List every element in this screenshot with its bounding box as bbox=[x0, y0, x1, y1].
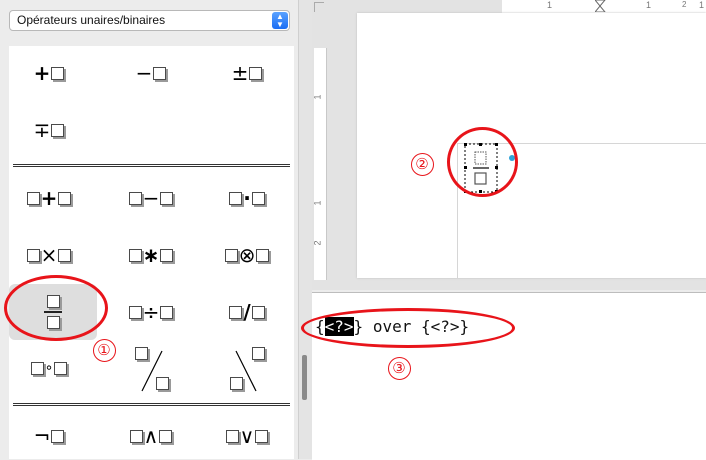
operator-label: ∓ bbox=[33, 118, 51, 142]
annotation-number: ③ bbox=[387, 357, 411, 380]
document-page[interactable] bbox=[357, 13, 706, 279]
symbol-wide-backslash[interactable] bbox=[207, 344, 287, 396]
ruler-mark: 1 bbox=[646, 0, 652, 10]
symbol-plus-placeholder[interactable]: + bbox=[9, 53, 89, 93]
placeholder-box-icon bbox=[128, 248, 142, 262]
vertical-ruler: 1 1 2 bbox=[312, 48, 327, 280]
wide-slash-icon bbox=[128, 345, 174, 395]
ruler-mark: 1 bbox=[312, 94, 323, 100]
placeholder-box-icon bbox=[26, 248, 40, 262]
symbol-minus-plus-placeholder[interactable]: ∓ bbox=[9, 110, 89, 150]
placeholder-box-icon bbox=[129, 429, 143, 443]
operator-label: ¬ bbox=[33, 424, 51, 448]
operator-label: + bbox=[40, 186, 58, 210]
operator-label: − bbox=[142, 186, 160, 210]
operator-label: ⊗ bbox=[238, 243, 256, 267]
symbol-boolean-not[interactable]: ¬ bbox=[9, 416, 89, 456]
indent-marker-icon[interactable] bbox=[595, 0, 607, 12]
placeholder-box-icon bbox=[229, 305, 243, 319]
symbol-minus-placeholder[interactable]: − bbox=[111, 53, 191, 93]
symbol-plus-minus-placeholder[interactable]: ± bbox=[207, 53, 287, 93]
operator-label: ∧ bbox=[143, 424, 159, 448]
operator-label: ∘ bbox=[44, 360, 54, 376]
placeholder-box-icon bbox=[256, 248, 270, 262]
annotation-circle-3 bbox=[301, 308, 515, 348]
operator-label: · bbox=[243, 186, 251, 210]
ruler-mark: 2 bbox=[312, 240, 323, 246]
placeholder-box-icon bbox=[251, 305, 265, 319]
placeholder-box-icon bbox=[224, 248, 238, 262]
operator-label: ∨ bbox=[239, 424, 255, 448]
placeholder-box-icon bbox=[225, 429, 239, 443]
placeholder-box-icon bbox=[128, 191, 142, 205]
placeholder-box-icon bbox=[51, 123, 65, 137]
wide-backslash-icon bbox=[224, 345, 270, 395]
annotation-circle-1 bbox=[4, 275, 108, 341]
annotation-label-3: ③ bbox=[387, 355, 411, 380]
symbol-slash[interactable]: / bbox=[207, 292, 287, 332]
placeholder-box-icon bbox=[249, 66, 263, 80]
placeholder-box-icon bbox=[255, 429, 269, 443]
dropdown-arrows-icon[interactable]: ▲ ▼ bbox=[272, 12, 288, 29]
ruler-mark: 1 bbox=[312, 200, 323, 206]
placeholder-box-icon bbox=[51, 66, 65, 80]
operator-label: ∗ bbox=[142, 243, 160, 267]
category-dropdown-value: Opérateurs unaires/binaires bbox=[17, 13, 166, 27]
operator-label: − bbox=[135, 61, 153, 85]
ruler-mark: 1 bbox=[699, 0, 705, 10]
operator-label: ÷ bbox=[142, 300, 160, 324]
annotation-number: ① bbox=[92, 339, 116, 362]
annotation-circle-2 bbox=[447, 127, 518, 197]
symbol-boolean-and[interactable]: ∧ bbox=[111, 416, 191, 456]
annotation-number: ② bbox=[410, 153, 434, 176]
placeholder-box-icon bbox=[230, 377, 243, 390]
symbol-grid: + − ± ∓ + − · × ∗ ⊗ ÷ / ∘ ¬ ∧ ∨ bbox=[9, 46, 294, 459]
placeholder-box-icon bbox=[58, 248, 72, 262]
splitter-handle[interactable] bbox=[302, 355, 307, 400]
placeholder-box-icon bbox=[160, 248, 174, 262]
placeholder-box-icon bbox=[54, 361, 68, 375]
operator-label: × bbox=[40, 243, 58, 267]
ruler-mark: 2 bbox=[682, 0, 687, 9]
panel-splitter[interactable] bbox=[298, 0, 312, 459]
symbol-subtraction[interactable]: − bbox=[111, 178, 191, 218]
section-separator bbox=[13, 164, 290, 167]
placeholder-box-icon bbox=[156, 377, 169, 390]
symbol-multiplication-star[interactable]: ∗ bbox=[111, 235, 191, 275]
annotation-label-1: ① bbox=[92, 337, 116, 362]
symbol-boolean-or[interactable]: ∨ bbox=[207, 416, 287, 456]
placeholder-box-icon bbox=[58, 191, 72, 205]
symbol-division[interactable]: ÷ bbox=[111, 292, 191, 332]
placeholder-box-icon bbox=[128, 305, 142, 319]
symbol-addition[interactable]: + bbox=[9, 178, 89, 218]
ruler-mark: 1 bbox=[547, 0, 553, 10]
placeholder-box-icon bbox=[26, 191, 40, 205]
placeholder-box-icon bbox=[153, 66, 167, 80]
placeholder-box-icon bbox=[251, 191, 265, 205]
placeholder-box-icon bbox=[160, 191, 174, 205]
operator-label: / bbox=[243, 300, 251, 324]
ruler-corner bbox=[314, 2, 324, 12]
placeholder-box-icon bbox=[229, 191, 243, 205]
placeholder-box-icon bbox=[160, 305, 174, 319]
annotation-label-2: ② bbox=[410, 151, 434, 176]
symbol-wide-slash[interactable] bbox=[111, 344, 191, 396]
elements-panel: Opérateurs unaires/binaires ▲ ▼ + − ± ∓ +… bbox=[0, 0, 298, 459]
symbol-concatenate[interactable]: ∘ bbox=[9, 348, 89, 388]
operator-label: + bbox=[33, 61, 51, 85]
category-dropdown[interactable]: Opérateurs unaires/binaires ▲ ▼ bbox=[9, 10, 290, 31]
section-separator bbox=[13, 403, 290, 406]
symbol-multiplication-x[interactable]: × bbox=[9, 235, 89, 275]
placeholder-box-icon bbox=[30, 361, 44, 375]
placeholder-box-icon bbox=[51, 429, 65, 443]
horizontal-ruler: 1 1 2 1 bbox=[502, 0, 706, 14]
placeholder-box-icon bbox=[159, 429, 173, 443]
symbol-tensor-product[interactable]: ⊗ bbox=[207, 235, 287, 275]
symbol-multiplication-dot[interactable]: · bbox=[207, 178, 287, 218]
operator-label: ± bbox=[231, 61, 249, 85]
